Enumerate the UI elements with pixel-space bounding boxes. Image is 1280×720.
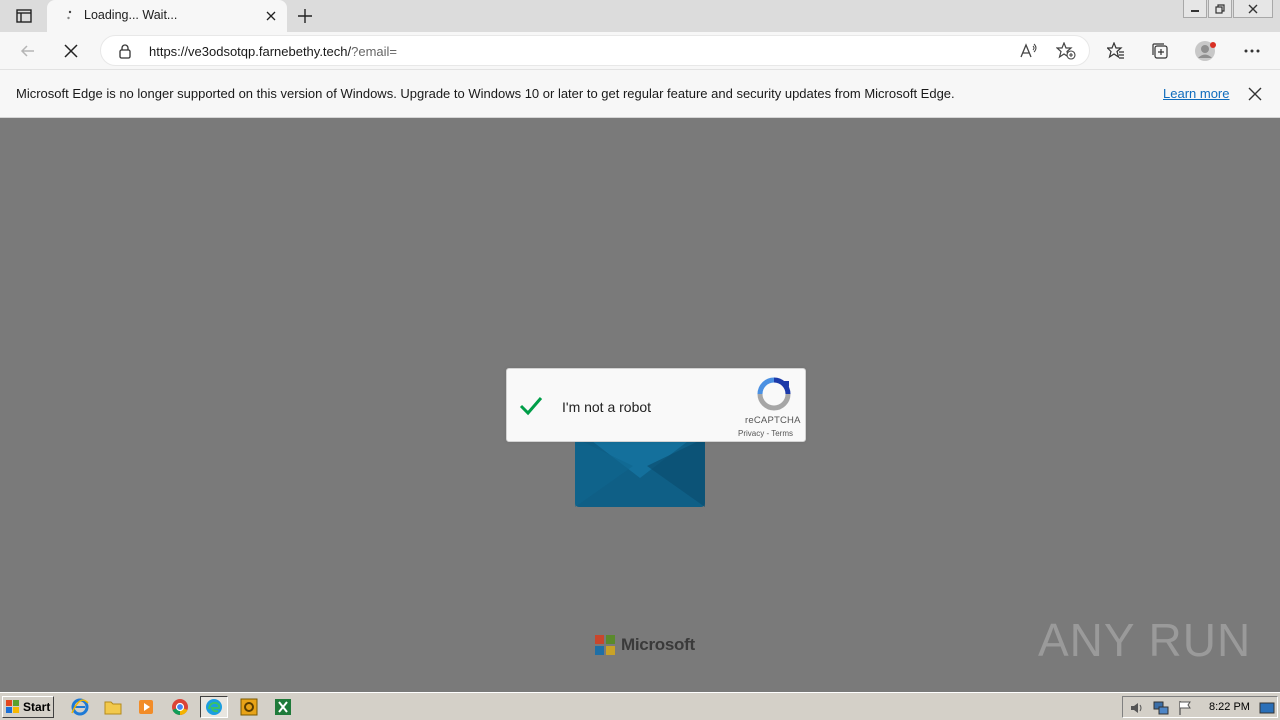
tab-actions-button[interactable] (8, 5, 40, 27)
minimize-button[interactable] (1183, 0, 1207, 18)
add-favorite-button[interactable] (1055, 40, 1077, 62)
taskbar-edge[interactable] (200, 696, 228, 718)
show-desktop-icon[interactable] (1259, 700, 1275, 716)
recaptcha-brand: reCAPTCHA (745, 415, 801, 426)
plus-icon (298, 9, 312, 23)
profile-button[interactable] (1192, 37, 1220, 65)
media-player-icon (139, 700, 153, 714)
url-query: ?email= (351, 44, 398, 59)
close-window-button[interactable] (1233, 0, 1273, 18)
taskbar: Start 8:22 PM (0, 692, 1280, 720)
excel-icon (275, 699, 291, 715)
learn-more-link[interactable]: Learn more (1163, 86, 1229, 101)
browser-toolbar: https://ve3odsotqp.farnebethy.tech/?emai… (0, 32, 1280, 70)
checkmark-icon[interactable] (518, 393, 544, 419)
favorites-button[interactable] (1102, 37, 1130, 65)
more-menu-button[interactable] (1238, 37, 1266, 65)
url-text[interactable]: https://ve3odsotqp.farnebethy.tech/?emai… (149, 44, 397, 59)
watermark-text: ANY RUN (1038, 614, 1252, 666)
network-icon[interactable] (1153, 700, 1169, 716)
infobar-message: Microsoft Edge is no longer supported on… (16, 86, 955, 101)
outlook-icon (240, 698, 258, 716)
system-tray: 8:22 PM (1122, 696, 1278, 718)
restore-button[interactable] (1208, 0, 1232, 18)
taskbar-ie[interactable] (66, 696, 94, 718)
start-label: Start (23, 700, 51, 714)
read-aloud-button[interactable] (1018, 40, 1040, 62)
minimize-icon (1191, 9, 1199, 12)
privacy-link[interactable]: Privacy (738, 429, 764, 438)
url-host: https://ve3odsotqp.farnebethy.tech/ (149, 44, 352, 59)
loading-spinner-icon (67, 10, 72, 20)
unsupported-os-infobar: Microsoft Edge is no longer supported on… (0, 70, 1280, 118)
page-content: I'm not a robot reCAPTCHA Privacy - Term… (0, 118, 1280, 692)
address-bar[interactable]: https://ve3odsotqp.farnebethy.tech/?emai… (100, 35, 1090, 66)
star-add-icon (1056, 42, 1076, 60)
volume-icon[interactable] (1129, 700, 1145, 716)
taskbar-clock[interactable]: 8:22 PM (1209, 701, 1250, 713)
start-button[interactable]: Start (2, 696, 54, 718)
infobar-close-icon[interactable] (1247, 86, 1263, 102)
new-tab-button[interactable] (294, 5, 316, 27)
recaptcha-terms: Privacy - Terms (738, 429, 793, 438)
tab-title: Loading... Wait... (84, 8, 178, 22)
microsoft-grid-icon (595, 635, 615, 655)
back-arrow-icon (20, 45, 34, 57)
chrome-icon (172, 699, 188, 716)
taskbar-excel[interactable] (269, 696, 297, 718)
taskbar-explorer[interactable] (99, 696, 127, 718)
windows-flag-icon (6, 700, 19, 713)
tab-active[interactable]: Loading... Wait... (47, 0, 287, 32)
lock-icon[interactable] (117, 43, 133, 59)
back-button[interactable] (14, 37, 42, 65)
recaptcha-widget: I'm not a robot reCAPTCHA Privacy - Term… (506, 368, 806, 442)
stop-icon (64, 44, 78, 58)
taskbar-outlook[interactable] (235, 696, 263, 718)
collections-button[interactable] (1146, 37, 1174, 65)
avatar-icon (1195, 41, 1216, 61)
tab-close-icon[interactable] (263, 8, 279, 24)
recaptcha-logo-icon (757, 377, 791, 411)
restore-icon (1215, 3, 1225, 14)
taskbar-media[interactable] (132, 696, 160, 718)
more-dots-icon (1244, 49, 1260, 53)
recaptcha-label: I'm not a robot (562, 399, 652, 415)
close-icon (1248, 4, 1258, 13)
stop-loading-button[interactable] (57, 37, 85, 65)
tab-strip: Loading... Wait... (0, 0, 1280, 32)
edge-icon (206, 699, 222, 715)
internet-explorer-icon (71, 698, 89, 716)
microsoft-logo: Microsoft (595, 634, 695, 656)
terms-link[interactable]: Terms (771, 429, 793, 438)
tab-actions-icon (16, 9, 32, 23)
action-center-flag-icon[interactable] (1177, 700, 1193, 716)
microsoft-wordmark: Microsoft (621, 635, 695, 654)
collections-icon (1152, 43, 1168, 59)
anyrun-watermark: ANY RUN (1038, 608, 1251, 672)
taskbar-chrome[interactable] (166, 696, 194, 718)
read-aloud-icon (1020, 43, 1037, 58)
favorites-icon (1107, 42, 1124, 59)
file-explorer-icon (104, 701, 122, 715)
